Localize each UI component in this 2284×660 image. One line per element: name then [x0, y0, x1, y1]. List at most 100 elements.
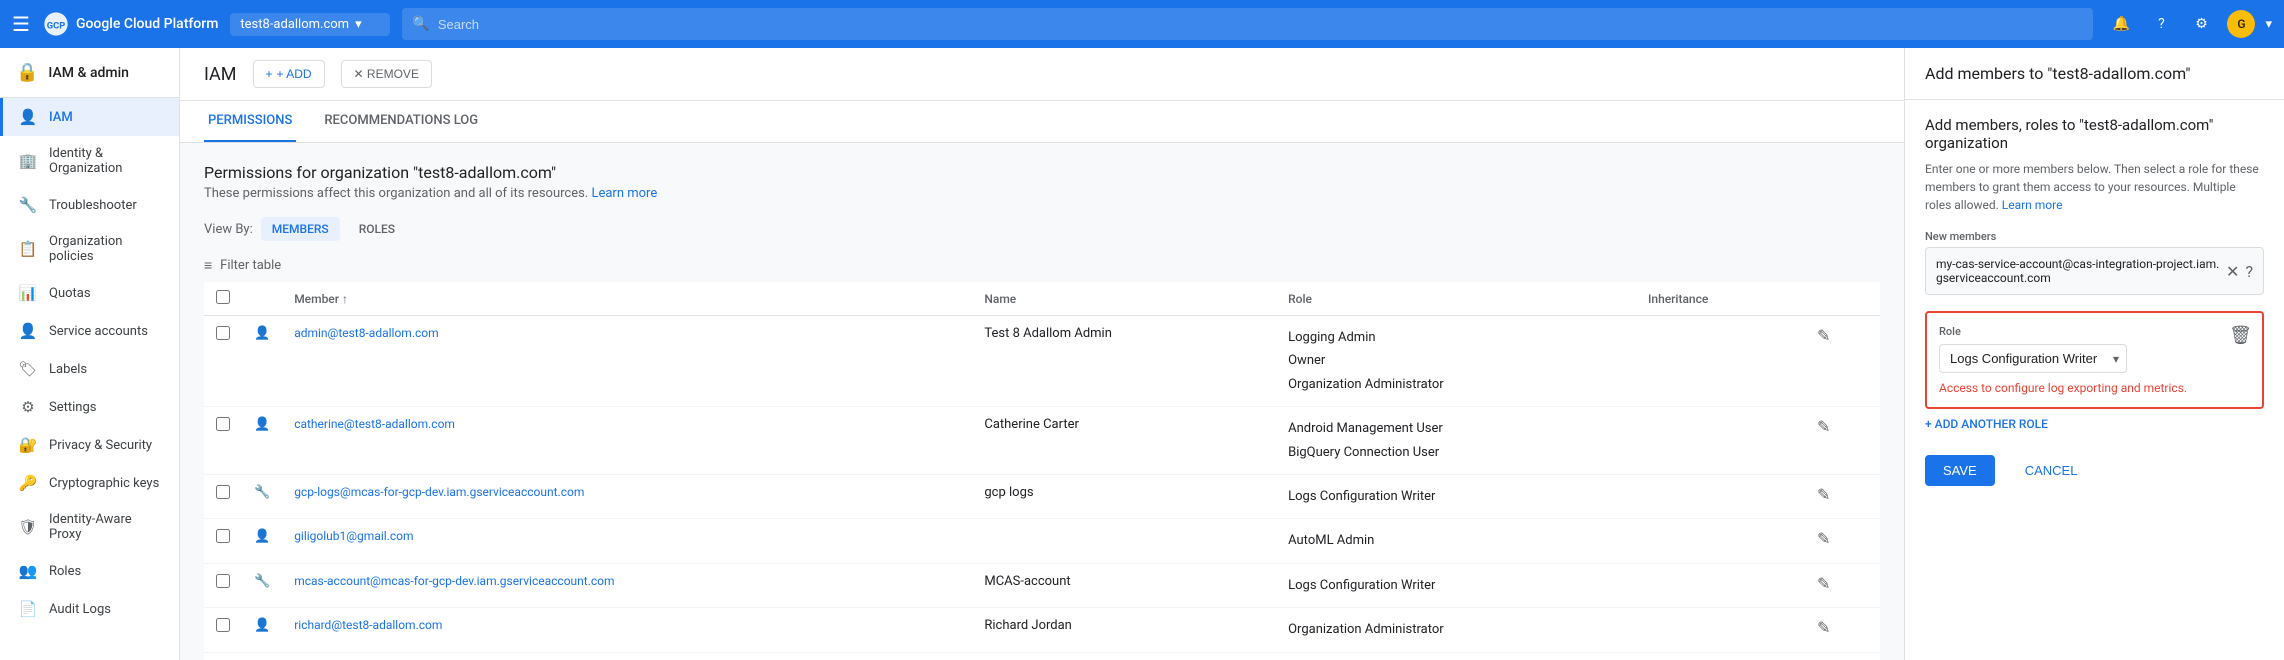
role-entry: Logging Admin	[1288, 326, 1624, 349]
sidebar-item-settings[interactable]: ⚙ Settings	[0, 388, 179, 426]
permissions-subtitle: These permissions affect this organizati…	[204, 186, 1880, 201]
service-accounts-icon: 👤	[19, 322, 37, 340]
settings-nav-icon: ⚙	[19, 398, 37, 416]
delete-role-icon[interactable]: 🗑	[2229, 325, 2252, 346]
member-email: gcp-logs@mcas-for-gcp-dev.iam.gserviceac…	[294, 485, 584, 499]
panel-description: Enter one or more members below. Then se…	[1925, 160, 2264, 214]
role-select-row: Logs Configuration Writer	[1939, 344, 2250, 373]
main-layout: 🔒 IAM & admin 👤 IAM 🏢 Identity & Organiz…	[0, 48, 2284, 660]
remove-button[interactable]: ✕ REMOVE	[341, 60, 432, 88]
sidebar-item-label-privacy: Privacy & Security	[49, 438, 152, 453]
topbar-right-icons: 🔔 ? ⚙ G ▾	[2105, 8, 2272, 40]
panel-learn-more-link[interactable]: Learn more	[2002, 198, 2063, 212]
sidebar-item-label-roles: Roles	[49, 564, 81, 579]
audit-icon: 📄	[19, 600, 37, 618]
save-button[interactable]: SAVE	[1925, 455, 1995, 486]
right-panel: Add members to "test8-adallom.com" Add m…	[1904, 48, 2284, 660]
topbar-dropdown-icon[interactable]: ▾	[2265, 17, 2272, 32]
privacy-icon: 🔐	[19, 436, 37, 454]
sidebar-item-privacy-security[interactable]: 🔐 Privacy & Security	[0, 426, 179, 464]
table-row: 👤richard@test8-adallom.comRichard Jordan…	[204, 608, 1880, 652]
header-member[interactable]: Member ↑	[282, 282, 972, 316]
sidebar-item-label-quotas: Quotas	[49, 286, 91, 301]
add-button[interactable]: + + ADD	[253, 60, 325, 88]
topbar-project-selector[interactable]: test8-adallom.com ▾	[230, 13, 390, 36]
member-email: admin@test8-adallom.com	[294, 326, 438, 340]
sidebar-item-service-accounts[interactable]: 👤 Service accounts	[0, 312, 179, 350]
menu-icon[interactable]: ☰	[12, 12, 30, 36]
sidebar-item-label-settings: Settings	[49, 400, 96, 415]
help-icon[interactable]: ?	[2245, 262, 2253, 281]
member-remove-icon[interactable]: ✕	[2226, 262, 2239, 281]
row-checkbox-5[interactable]	[216, 618, 230, 632]
select-all-checkbox[interactable]	[216, 290, 230, 304]
identity-icon: 🏢	[19, 152, 37, 170]
edit-icon[interactable]: ✎	[1817, 618, 1830, 637]
tab-recommendations-label: RECOMMENDATIONS LOG	[324, 113, 478, 128]
member-name: Test 8 Adallom Admin	[984, 326, 1112, 341]
sidebar-item-iam[interactable]: 👤 IAM	[0, 98, 179, 136]
header-type	[242, 282, 282, 316]
table-row: 👤catherine@test8-adallom.comCatherine Ca…	[204, 407, 1880, 475]
members-input-box[interactable]: my-cas-service-account@cas-integration-p…	[1925, 247, 2264, 295]
member-name: Richard Jordan	[984, 618, 1072, 633]
member-email: giligolub1@gmail.com	[294, 529, 413, 543]
avatar[interactable]: G	[2225, 8, 2257, 40]
sidebar-item-identity-organization[interactable]: 🏢 Identity & Organization	[0, 136, 179, 186]
role-label: Role	[1939, 325, 2250, 338]
member-email: mcas-account@mcas-for-gcp-dev.iam.gservi…	[294, 574, 614, 588]
notifications-icon[interactable]: 🔔	[2105, 8, 2137, 40]
sidebar-item-troubleshooter[interactable]: 🔧 Troubleshooter	[0, 186, 179, 224]
left-nav-header: 🔒 IAM & admin	[0, 48, 179, 98]
row-checkbox-4[interactable]	[216, 574, 230, 588]
sidebar-item-labels[interactable]: 🏷 Labels	[0, 350, 179, 388]
settings-icon[interactable]: ⚙	[2185, 8, 2217, 40]
topbar-project-dropdown-icon: ▾	[355, 17, 362, 32]
view-by-row: View By: MEMBERS ROLES	[204, 217, 1880, 241]
sidebar-item-org-policies[interactable]: 📋 Organization policies	[0, 224, 179, 274]
row-checkbox-1[interactable]	[216, 417, 230, 431]
learn-more-link[interactable]: Learn more	[591, 186, 657, 201]
panel-body: Add members, roles to "test8-adallom.com…	[1905, 100, 2284, 502]
cancel-button[interactable]: CANCEL	[2007, 455, 2096, 486]
left-navigation: 🔒 IAM & admin 👤 IAM 🏢 Identity & Organiz…	[0, 48, 180, 660]
sidebar-item-label-troubleshooter: Troubleshooter	[49, 198, 137, 213]
sidebar-item-label-service-accounts: Service accounts	[49, 324, 148, 339]
sidebar-item-cryptographic-keys[interactable]: 🔑 Cryptographic keys	[0, 464, 179, 502]
edit-icon[interactable]: ✎	[1817, 417, 1830, 436]
tab-permissions[interactable]: PERMISSIONS	[204, 101, 296, 142]
add-icon: +	[266, 67, 273, 81]
role-entry: AutoML Admin	[1288, 529, 1624, 552]
header-checkbox-cell	[204, 282, 242, 316]
search-input[interactable]	[438, 17, 2084, 32]
add-another-role-button[interactable]: + ADD ANOTHER ROLE	[1925, 417, 2264, 431]
labels-icon: 🏷	[19, 360, 37, 378]
edit-icon[interactable]: ✎	[1817, 574, 1830, 593]
edit-icon[interactable]: ✎	[1817, 326, 1830, 345]
row-checkbox-2[interactable]	[216, 485, 230, 499]
tab-permissions-label: PERMISSIONS	[208, 113, 292, 128]
sidebar-item-quotas[interactable]: 📊 Quotas	[0, 274, 179, 312]
topbar-search-bar[interactable]: 🔍	[402, 8, 2093, 40]
sidebar-item-identity-aware-proxy[interactable]: 🛡 Identity-Aware Proxy	[0, 502, 179, 552]
page-title: IAM	[204, 64, 237, 85]
view-roles-button[interactable]: ROLES	[348, 217, 406, 241]
member-type-icon: 🔧	[254, 574, 270, 589]
edit-icon[interactable]: ✎	[1817, 529, 1830, 548]
sidebar-item-label-identity: Identity & Organization	[49, 146, 163, 176]
sidebar-item-label-keys: Cryptographic keys	[49, 476, 159, 491]
sidebar-item-roles[interactable]: 👥 Roles	[0, 552, 179, 590]
table-row: 🏢test8-adallom.comBilling Account Creato…	[204, 652, 1880, 660]
row-checkbox-3[interactable]	[216, 529, 230, 543]
iam-admin-icon: 🔒	[16, 62, 38, 83]
help-icon[interactable]: ?	[2145, 8, 2177, 40]
tab-recommendations-log[interactable]: RECOMMENDATIONS LOG	[320, 101, 482, 142]
header-inheritance: Inheritance	[1636, 282, 1805, 316]
role-section: Role Logs Configuration Writer Access to…	[1925, 311, 2264, 409]
view-members-button[interactable]: MEMBERS	[261, 217, 340, 241]
role-select[interactable]: Logs Configuration Writer	[1939, 344, 2127, 373]
sidebar-item-audit-logs[interactable]: 📄 Audit Logs	[0, 590, 179, 628]
edit-icon[interactable]: ✎	[1817, 485, 1830, 504]
row-checkbox-0[interactable]	[216, 326, 230, 340]
new-members-label: New members	[1925, 230, 2264, 243]
